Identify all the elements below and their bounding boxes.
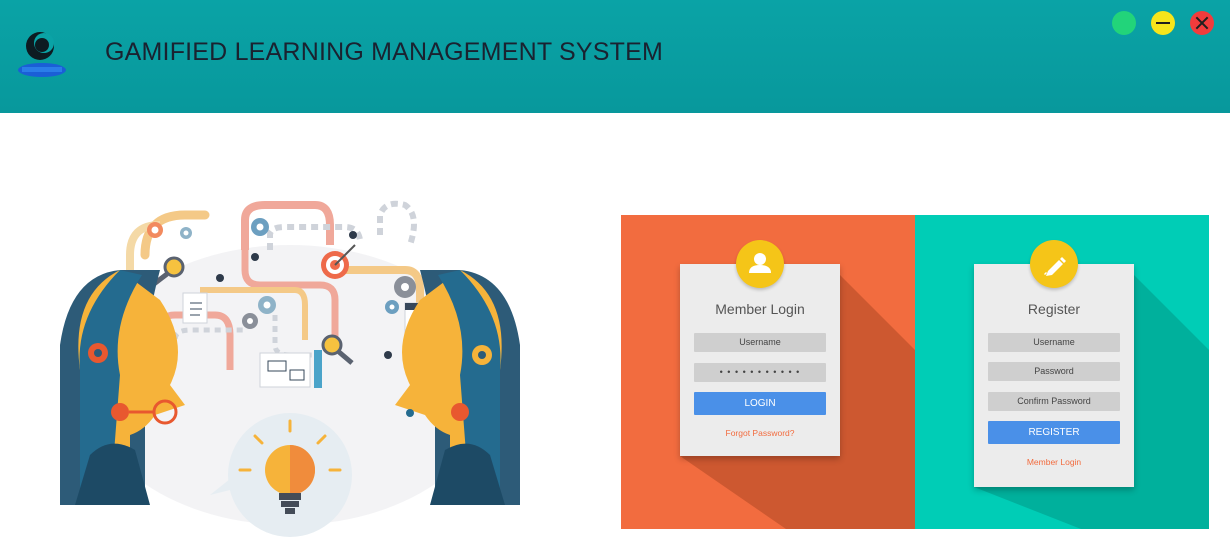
login-badge [736, 240, 784, 288]
auth-banner: Member Login Username • • • • • • • • • … [621, 215, 1209, 529]
register-password-field[interactable]: Password [988, 362, 1120, 381]
title-bar: GAMIFIED LEARNING MANAGEMENT SYSTEM [0, 0, 1230, 113]
login-card: Member Login Username • • • • • • • • • … [680, 240, 840, 456]
login-button[interactable]: LOGIN [694, 392, 826, 415]
forgot-password-link[interactable]: Forgot Password? [680, 428, 840, 438]
close-button[interactable] [1190, 11, 1214, 35]
login-username-field[interactable]: Username [694, 333, 826, 352]
login-password-field[interactable]: • • • • • • • • • • • [694, 363, 826, 382]
app-logo-icon [18, 32, 66, 77]
register-username-field[interactable]: Username [988, 333, 1120, 352]
register-button[interactable]: REGISTER [988, 421, 1120, 444]
member-login-link[interactable]: Member Login [974, 457, 1134, 467]
minimize-button[interactable] [1151, 11, 1175, 35]
register-confirm-password-field[interactable]: Confirm Password [988, 392, 1120, 411]
user-icon [749, 253, 771, 273]
brainstorm-illustration [60, 200, 520, 537]
register-card: Register Username Password Confirm Passw… [974, 240, 1134, 487]
register-badge [1030, 240, 1078, 288]
login-title: Member Login [715, 301, 805, 317]
register-title: Register [1027, 301, 1081, 317]
pencil-icon [1044, 257, 1066, 276]
app-title: GAMIFIED LEARNING MANAGEMENT SYSTEM [105, 38, 664, 66]
maximize-button[interactable] [1112, 11, 1136, 35]
